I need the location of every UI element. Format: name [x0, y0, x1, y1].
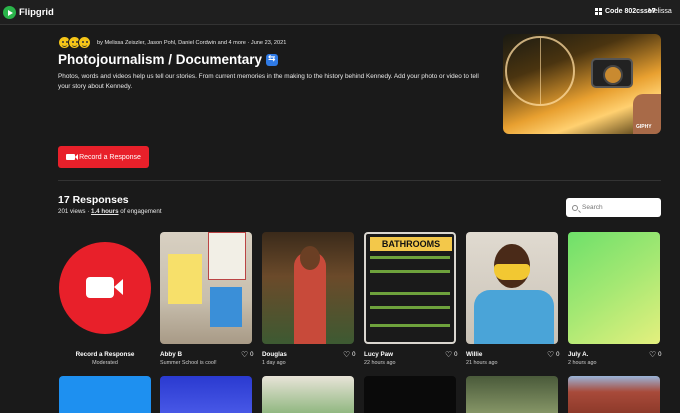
- ferris-wheel-image: [505, 36, 575, 106]
- response-thumbnail[interactable]: [466, 376, 558, 413]
- top-bar: Flipgrid Code 802csse7 Melissa: [0, 0, 680, 25]
- response-thumbnail[interactable]: [568, 376, 660, 413]
- heart-icon: ♡: [241, 350, 249, 359]
- video-camera-icon: [86, 277, 123, 298]
- engagement-hours[interactable]: 1.4 hours: [91, 208, 119, 215]
- topic-title: Photojournalism / Documentary: [58, 52, 279, 67]
- record-card-sublabel: Moderated: [92, 360, 118, 366]
- response-thumbnail[interactable]: [160, 376, 252, 413]
- response-thumbnail[interactable]: [262, 232, 354, 344]
- engagement-stats: 201 views · 1.4 hours of engagement: [58, 208, 162, 215]
- app-name: Flipgrid: [19, 7, 54, 18]
- section-divider: [58, 180, 661, 181]
- like-count: 0: [454, 351, 458, 358]
- like-count: 0: [658, 351, 662, 358]
- student-face-image: [300, 246, 320, 270]
- engagement-suffix: of engagement: [118, 208, 162, 215]
- response-caption: Summer School is cool!: [160, 360, 217, 366]
- poster-image: [208, 232, 246, 280]
- video-camera-icon: [66, 154, 79, 160]
- heart-icon: ♡: [445, 350, 453, 359]
- like-count: 0: [556, 351, 560, 358]
- giphy-badge: GIPHY: [636, 124, 652, 130]
- response-thumbnail[interactable]: [466, 232, 558, 344]
- record-card-label: Record a Response: [75, 351, 135, 358]
- smiley-avatar-icon: [78, 36, 91, 49]
- poster-image: [210, 287, 242, 327]
- response-thumbnail[interactable]: [59, 376, 151, 413]
- bathroom-sign-title: BATHROOMS: [370, 237, 452, 251]
- topic-title-text: Photojournalism / Documentary: [58, 52, 263, 67]
- topic-description: Photos, words and videos help us tell ou…: [58, 73, 479, 90]
- response-thumbnail[interactable]: BATHROOMS: [364, 232, 456, 344]
- like-count: 0: [352, 351, 356, 358]
- sign-row: [370, 306, 450, 309]
- author-avatars: [58, 36, 91, 49]
- record-response-card[interactable]: [59, 242, 151, 334]
- views-count: 201 views ·: [58, 208, 92, 215]
- like-button[interactable]: ♡ 0: [343, 350, 356, 359]
- search-box[interactable]: [566, 198, 661, 217]
- response-thumbnail[interactable]: [568, 232, 660, 344]
- flipgrid-logo[interactable]: Flipgrid: [3, 5, 54, 20]
- response-thumbnail[interactable]: [262, 376, 354, 413]
- flipgrid-logo-icon: [3, 6, 16, 19]
- student-shirt-image: [474, 290, 554, 344]
- sign-row: [370, 270, 450, 273]
- sign-row: [370, 256, 450, 259]
- face-mask-image: [494, 264, 530, 280]
- like-count: 0: [250, 351, 254, 358]
- sign-row: [370, 324, 450, 327]
- poster-image: [168, 254, 202, 304]
- heart-icon: ♡: [649, 350, 657, 359]
- share-badge-icon[interactable]: [266, 53, 279, 66]
- responses-title: 17 Responses: [58, 194, 129, 206]
- topic-authors: by Melissa Zeiszler, Jason Pohl, Daniel …: [97, 40, 287, 46]
- response-name[interactable]: Lucy Paw: [364, 351, 393, 358]
- response-name[interactable]: Willie: [466, 351, 482, 358]
- grid-icon: [595, 8, 602, 15]
- response-time: 2 hours ago: [568, 360, 597, 366]
- like-button[interactable]: ♡ 0: [241, 350, 254, 359]
- heart-icon: ♡: [547, 350, 555, 359]
- search-icon: [572, 204, 578, 211]
- like-button[interactable]: ♡ 0: [649, 350, 662, 359]
- response-time: 1 day ago: [262, 360, 286, 366]
- user-menu[interactable]: Melissa: [648, 8, 672, 15]
- like-button[interactable]: ♡ 0: [445, 350, 458, 359]
- record-response-label: Record a Response: [79, 153, 141, 161]
- join-code[interactable]: Code 802csse7: [595, 8, 656, 15]
- search-input[interactable]: [582, 204, 657, 211]
- topic-media[interactable]: GIPHY: [503, 34, 661, 134]
- response-thumbnail[interactable]: [160, 232, 252, 344]
- response-name[interactable]: Douglas: [262, 351, 287, 358]
- response-name[interactable]: Abby B: [160, 351, 182, 358]
- response-time: 21 hours ago: [466, 360, 498, 366]
- camera-image: [591, 58, 633, 88]
- response-thumbnail[interactable]: [364, 376, 456, 413]
- sign-row: [370, 292, 450, 295]
- response-time: 22 hours ago: [364, 360, 396, 366]
- like-button[interactable]: ♡ 0: [547, 350, 560, 359]
- record-response-button[interactable]: Record a Response: [58, 146, 149, 168]
- response-name[interactable]: July A.: [568, 351, 588, 358]
- heart-icon: ♡: [343, 350, 351, 359]
